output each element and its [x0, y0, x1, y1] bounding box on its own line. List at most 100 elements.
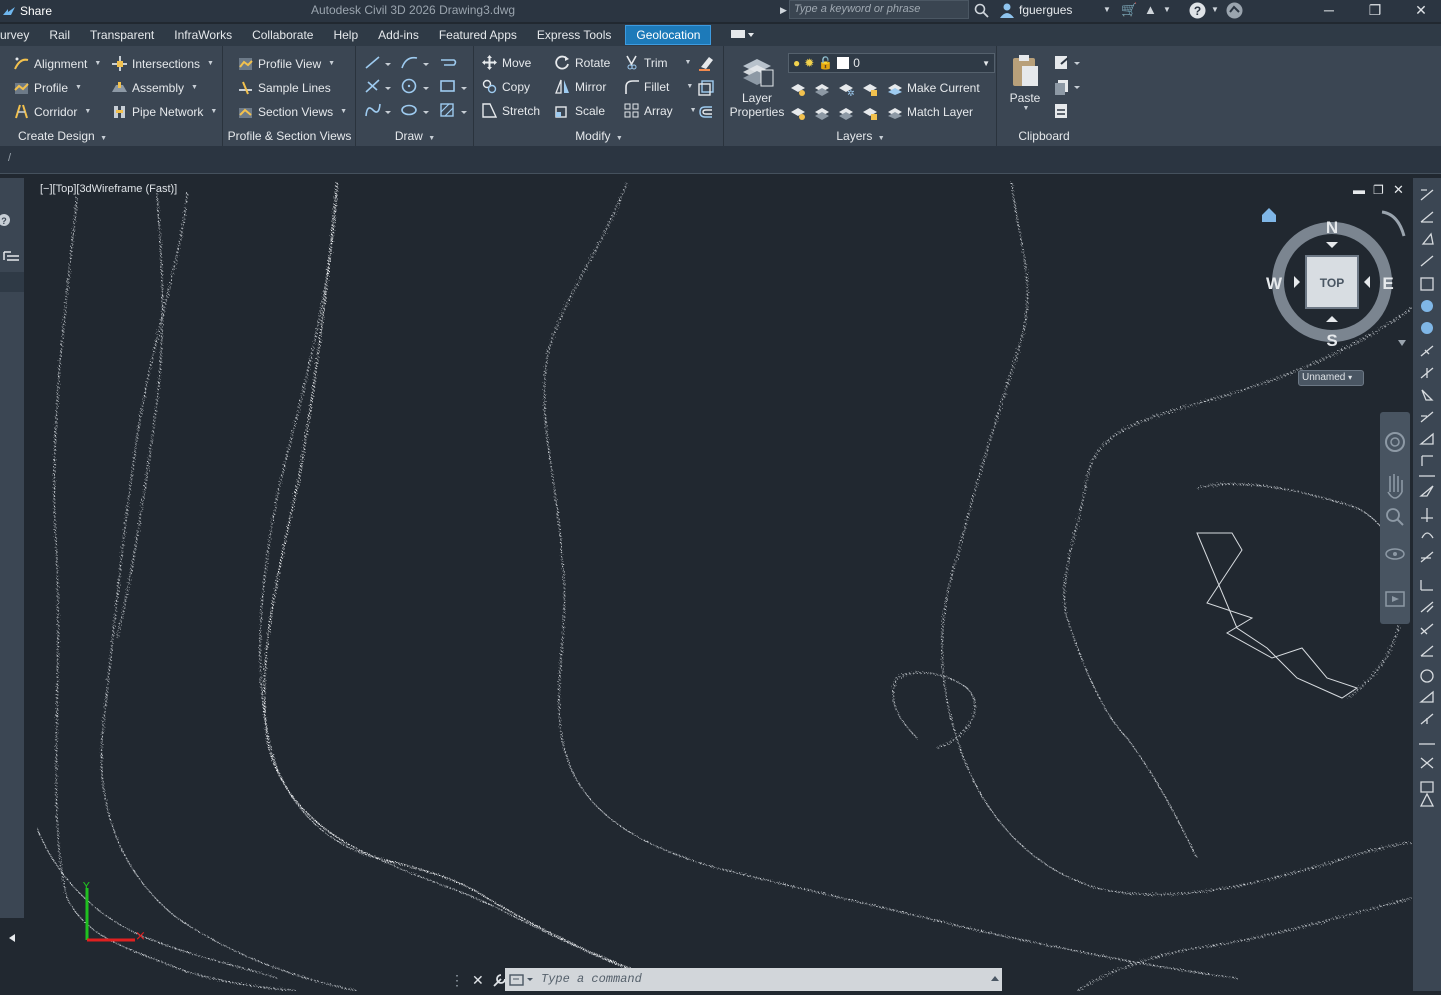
pipe-network-dropdown-icon[interactable]: ▼: [210, 108, 217, 115]
share-label[interactable]: Share: [20, 4, 52, 18]
toolspace-icon[interactable]: [3, 250, 21, 264]
trim-dropdown-icon[interactable]: ▼: [685, 59, 692, 66]
user-name[interactable]: fguergues: [1019, 3, 1072, 17]
tool-icon[interactable]: [1420, 189, 1434, 201]
tab-express-tools[interactable]: Express Tools: [527, 24, 621, 46]
match-layer-button[interactable]: Match Layer: [887, 104, 973, 119]
viewcube-arrow-left-icon[interactable]: [1294, 276, 1300, 288]
tool-icon[interactable]: [1420, 645, 1434, 657]
contour-drawing[interactable]: × Y: [37, 178, 1412, 991]
section-views-dropdown-icon[interactable]: ▼: [340, 108, 347, 115]
viewport-minimize-button[interactable]: ▬: [1353, 183, 1365, 197]
corridor-dropdown-icon[interactable]: ▼: [84, 108, 91, 115]
layer-uniso-icon[interactable]: [815, 84, 829, 96]
layers-expand-icon[interactable]: ▼: [878, 135, 885, 142]
layer-properties-button[interactable]: Layer Properties: [729, 54, 785, 119]
ucs-dropdown-icon[interactable]: ▾: [1348, 373, 1352, 382]
help-small-icon[interactable]: ?: [0, 212, 14, 228]
showmotion-icon[interactable]: [1385, 591, 1405, 607]
layer-dropdown[interactable]: ● ✹ 🔓 0 ▼: [788, 53, 995, 73]
minimize-button[interactable]: ─: [1306, 0, 1352, 22]
pipe-network-button[interactable]: Pipe Network ▼: [112, 104, 217, 119]
offset-icon[interactable]: [698, 104, 714, 120]
app-dropdown-icon[interactable]: ▼: [1163, 5, 1171, 14]
tool-icon[interactable]: [1419, 432, 1434, 445]
intersections-dropdown-icon[interactable]: ▼: [207, 60, 214, 67]
tool-icon[interactable]: [1420, 255, 1434, 267]
tool-icon[interactable]: [1420, 411, 1434, 423]
circle-icon[interactable]: [401, 78, 430, 94]
tool-icon[interactable]: [1421, 232, 1434, 245]
stretch-button[interactable]: Stretch: [482, 103, 540, 118]
cut-icon[interactable]: [1055, 104, 1067, 118]
tab-transparent[interactable]: Transparent: [80, 24, 164, 46]
user-dropdown-icon[interactable]: ▼: [1103, 5, 1111, 14]
tool-icon[interactable]: [1419, 485, 1434, 497]
command-close-icon[interactable]: ✕: [472, 972, 484, 989]
create-design-title[interactable]: Create Design ▼: [18, 129, 240, 143]
steering-wheel-icon[interactable]: [1385, 432, 1405, 452]
point-icon[interactable]: [365, 79, 391, 93]
ribbon-options-icon[interactable]: [715, 24, 765, 46]
tool-icon[interactable]: [1420, 277, 1434, 291]
move-button[interactable]: Move: [482, 55, 531, 70]
mirror-button[interactable]: Mirror: [555, 79, 606, 94]
tool-icon[interactable]: [1420, 211, 1434, 223]
intersections-button[interactable]: Intersections ▼: [112, 56, 214, 71]
compass-west[interactable]: W: [1266, 274, 1283, 293]
command-expand-icon[interactable]: [990, 974, 1000, 984]
tool-icon[interactable]: [1421, 455, 1433, 466]
modify-expand-icon[interactable]: ▼: [616, 135, 623, 142]
fillet-button[interactable]: Fillet ▼: [624, 79, 693, 94]
array-button[interactable]: Array ▼: [624, 103, 697, 118]
tool-icon[interactable]: [1420, 781, 1434, 793]
tool-icon[interactable]: [1420, 669, 1434, 683]
tool-icon[interactable]: [1420, 551, 1434, 563]
layer-freeze-icon[interactable]: ✲: [839, 84, 855, 99]
viewcube-menu-icon[interactable]: [1398, 340, 1406, 346]
layer-unlock-all-icon[interactable]: [863, 108, 877, 120]
layer-walk-icon[interactable]: [815, 108, 829, 120]
tab-collaborate[interactable]: Collaborate: [242, 24, 323, 46]
fillet-dropdown-icon[interactable]: ▼: [686, 83, 693, 90]
tool-icon[interactable]: [1420, 367, 1434, 379]
section-views-button[interactable]: Section Views ▼: [238, 104, 347, 119]
explode-icon[interactable]: [698, 80, 714, 96]
layer-unlock-icon[interactable]: 🔓: [818, 56, 833, 70]
layer-dropdown-arrow-icon[interactable]: ▼: [982, 59, 990, 68]
search-icon[interactable]: [974, 3, 989, 18]
profile-view-dropdown-icon[interactable]: ▼: [328, 60, 335, 67]
close-button[interactable]: ✕: [1398, 0, 1441, 22]
drawing-canvas[interactable]: × Y: [37, 178, 1412, 991]
tool-icon[interactable]: [1420, 345, 1434, 357]
tool-icon[interactable]: [1420, 580, 1433, 591]
viewcube-arrow-up-icon[interactable]: [1326, 242, 1338, 248]
compass-south[interactable]: S: [1326, 331, 1337, 350]
copy-button[interactable]: Copy: [482, 79, 530, 94]
learn-icon[interactable]: [1226, 2, 1243, 19]
ucs-menu[interactable]: Unnamed ▾: [1298, 370, 1364, 386]
viewcube-arrow-right-icon[interactable]: [1364, 276, 1370, 288]
polyline-icon[interactable]: [441, 59, 457, 66]
cart-icon[interactable]: 🛒: [1121, 2, 1137, 18]
tool-icon[interactable]: [1420, 713, 1434, 725]
collapse-left-icon[interactable]: [6, 932, 18, 944]
ellipse-icon[interactable]: [401, 104, 429, 116]
expand-arrow-icon[interactable]: ▶: [780, 5, 787, 16]
tab-featured-apps[interactable]: Featured Apps: [429, 24, 527, 46]
scale-button[interactable]: Scale: [555, 103, 605, 118]
array-dropdown-icon[interactable]: ▼: [690, 107, 697, 114]
home-icon[interactable]: [1262, 208, 1276, 222]
layer-on-icon[interactable]: ●: [793, 56, 800, 70]
line-icon[interactable]: [365, 56, 391, 69]
viewcube[interactable]: TOP N S E W: [1256, 200, 1412, 360]
corridor-button[interactable]: Corridor ▼: [14, 104, 91, 119]
layers-title[interactable]: Layers ▼: [725, 129, 996, 143]
copy-clip-icon[interactable]: [1055, 80, 1080, 95]
rotate-button[interactable]: Rotate: [555, 55, 610, 70]
tab-infraworks[interactable]: InfraWorks: [164, 24, 242, 46]
make-current-button[interactable]: Make Current: [887, 80, 980, 95]
compass-north[interactable]: N: [1326, 218, 1338, 237]
user-icon[interactable]: [999, 2, 1015, 18]
layer-thaw-icon[interactable]: ✹: [804, 56, 814, 70]
